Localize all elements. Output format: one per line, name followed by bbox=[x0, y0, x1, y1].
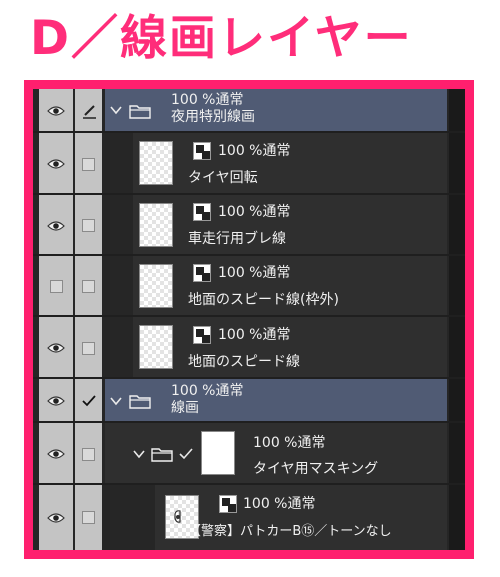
layer-folder-row[interactable]: 100 %通常 線画 bbox=[33, 379, 465, 423]
eye-icon bbox=[47, 449, 65, 459]
visibility-toggle[interactable] bbox=[39, 317, 73, 379]
visibility-toggle[interactable] bbox=[39, 89, 73, 133]
layer-name: 夜用特別線画 bbox=[171, 109, 255, 125]
eye-icon bbox=[47, 343, 65, 353]
layer-row[interactable]: 100 %通常 【警察】パトカーB⑮／トーンなし bbox=[33, 485, 465, 550]
blend-mode-icon bbox=[219, 495, 237, 513]
layer-blend: 100 %通常 bbox=[218, 327, 291, 343]
layer-name: 地面のスピード線 bbox=[188, 354, 300, 370]
layer-blend: 100 %通常 bbox=[218, 265, 291, 281]
checkbox[interactable] bbox=[82, 219, 95, 232]
checkbox[interactable] bbox=[82, 511, 95, 524]
layer-blend: 100 %通常 bbox=[253, 435, 326, 451]
blend-mode-icon bbox=[193, 326, 211, 344]
mask-thumbnail bbox=[201, 431, 235, 475]
eye-icon bbox=[47, 220, 65, 231]
eye-icon bbox=[47, 396, 65, 406]
visibility-toggle[interactable] bbox=[39, 133, 73, 195]
pen-icon bbox=[82, 105, 96, 119]
visibility-toggle[interactable] bbox=[39, 256, 73, 317]
layer-name: 線画 bbox=[171, 400, 199, 416]
check-icon bbox=[81, 395, 96, 407]
layer-blend: 100 %通常 bbox=[243, 496, 316, 512]
checkbox[interactable] bbox=[82, 280, 95, 293]
visibility-toggle[interactable] bbox=[39, 195, 73, 256]
layer-row[interactable]: 100 %通常 車走行用ブレ線 bbox=[33, 195, 465, 256]
eye-icon bbox=[47, 106, 65, 116]
layer-folder-row[interactable]: 100 %通常 タイヤ用マスキング bbox=[33, 423, 465, 485]
blend-mode-icon bbox=[193, 142, 211, 160]
edit-toggle[interactable] bbox=[75, 89, 102, 133]
layer-row[interactable]: 100 %通常 地面のスピード線(枠外) bbox=[33, 256, 465, 317]
layer-name: タイヤ用マスキング bbox=[253, 461, 379, 477]
layer-blend: 100 %通常 bbox=[171, 92, 244, 108]
layer-row[interactable]: 100 %通常 タイヤ回転 bbox=[33, 133, 465, 195]
checkbox[interactable] bbox=[82, 157, 95, 171]
edit-toggle[interactable] bbox=[75, 195, 102, 256]
folder-icon bbox=[129, 105, 151, 119]
layer-name: 車走行用ブレ線 bbox=[188, 231, 286, 247]
page-title: D／線画レイヤー bbox=[30, 11, 413, 66]
folder-icon bbox=[129, 395, 151, 409]
chevron-down-icon[interactable] bbox=[133, 449, 145, 459]
edit-toggle[interactable] bbox=[75, 256, 102, 317]
layer-thumbnail bbox=[139, 203, 173, 247]
checkbox[interactable] bbox=[82, 341, 95, 355]
checkbox[interactable] bbox=[49, 280, 63, 293]
layer-blend: 100 %通常 bbox=[218, 143, 291, 159]
layer-thumbnail bbox=[139, 325, 173, 369]
layer-thumbnail bbox=[139, 141, 173, 185]
blend-mode-icon bbox=[193, 264, 211, 282]
layer-folder-row[interactable]: 100 %通常 夜用特別線画 bbox=[33, 89, 465, 133]
eye-icon bbox=[47, 512, 65, 523]
layer-name: 地面のスピード線(枠外) bbox=[188, 292, 339, 308]
edit-toggle[interactable] bbox=[75, 379, 102, 423]
layer-panel-frame: 100 %通常 夜用特別線画 100 %通常 タイヤ回転 100 %通常 車走行… bbox=[24, 80, 474, 559]
layer-blend: 100 %通常 bbox=[171, 383, 244, 399]
layer-name: 【警察】パトカーB⑮／トーンなし bbox=[188, 524, 392, 539]
layer-panel: 100 %通常 夜用特別線画 100 %通常 タイヤ回転 100 %通常 車走行… bbox=[33, 89, 465, 550]
layer-row[interactable]: 100 %通常 地面のスピード線 bbox=[33, 317, 465, 379]
visibility-toggle[interactable] bbox=[39, 423, 73, 485]
chevron-down-icon[interactable] bbox=[110, 105, 122, 115]
visibility-toggle[interactable] bbox=[39, 379, 73, 423]
edit-toggle[interactable] bbox=[75, 485, 102, 550]
edit-toggle[interactable] bbox=[75, 423, 102, 485]
folder-icon bbox=[151, 448, 173, 462]
layer-thumbnail bbox=[139, 264, 173, 308]
edit-toggle[interactable] bbox=[75, 317, 102, 379]
check-icon bbox=[179, 448, 193, 460]
chevron-down-icon[interactable] bbox=[110, 396, 122, 406]
edit-toggle[interactable] bbox=[75, 133, 102, 195]
checkbox[interactable] bbox=[82, 447, 95, 461]
eye-icon bbox=[47, 159, 65, 169]
layer-name: タイヤ回転 bbox=[188, 170, 258, 186]
visibility-toggle[interactable] bbox=[39, 485, 73, 550]
blend-mode-icon bbox=[193, 203, 211, 221]
layer-blend: 100 %通常 bbox=[218, 204, 291, 220]
